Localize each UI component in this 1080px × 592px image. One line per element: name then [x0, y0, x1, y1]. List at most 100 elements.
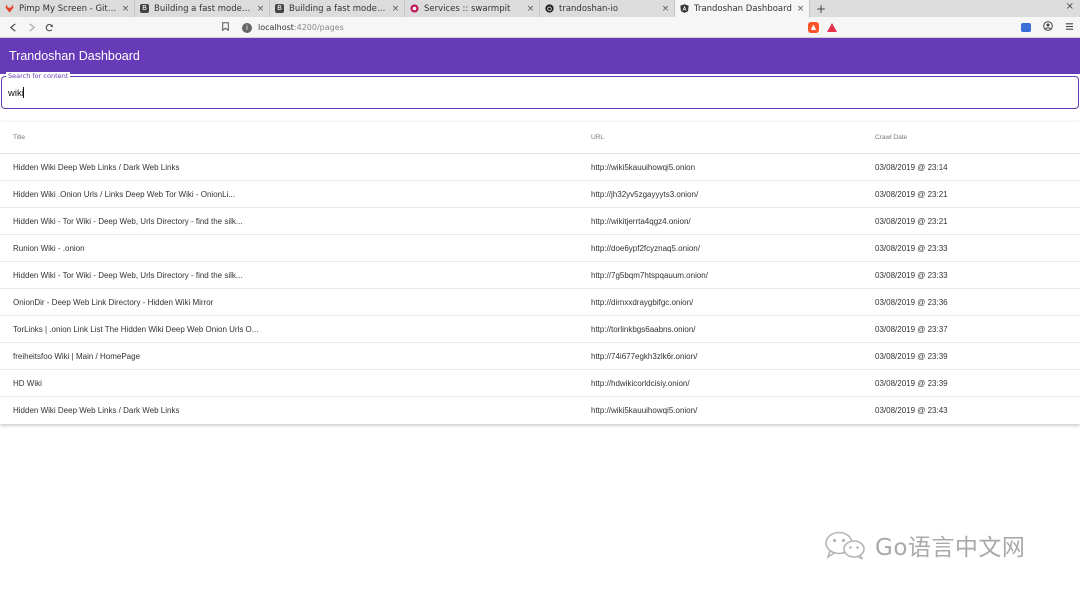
cell-title: OnionDir - Deep Web Link Directory - Hid… — [13, 297, 214, 307]
browser-tab-bar: Pimp My Screen - GitLab × B Building a f… — [0, 0, 1080, 17]
tab-label: Services :: swarmpit — [424, 3, 511, 14]
table-row[interactable]: Hidden Wiki - Tor Wiki - Deep Web, Urls … — [0, 208, 1080, 235]
table-row[interactable]: freiheitsfoo Wiki | Main / HomePage http… — [0, 343, 1080, 370]
table-row[interactable]: Hidden Wiki Deep Web Links / Dark Web Li… — [0, 154, 1080, 181]
table-row[interactable]: Hidden Wiki Deep Web Links / Dark Web Li… — [0, 397, 1080, 424]
cell-url[interactable]: http://hdwikicorldcisiy.onion/ — [591, 379, 690, 388]
app-header: Trandoshan Dashboard — [0, 38, 1080, 74]
cell-title: Hidden Wiki - Tor Wiki - Deep Web, Urls … — [13, 216, 243, 226]
tab-label: Trandoshan Dashboard — [694, 3, 792, 14]
table-row[interactable]: HD Wiki http://hdwikicorldcisiy.onion/ 0… — [0, 370, 1080, 397]
cell-url[interactable]: http://wiki5kauuihowqi5.onion — [591, 163, 695, 172]
tab-label: Pimp My Screen - GitLab — [19, 3, 118, 14]
reload-button[interactable] — [40, 18, 58, 36]
account-icon[interactable] — [1043, 21, 1053, 34]
tab-close-icon[interactable]: × — [661, 4, 670, 14]
new-tab-button[interactable]: + — [810, 0, 832, 17]
table-row[interactable]: Hidden Wiki .Onion Urls / Links Deep Web… — [0, 181, 1080, 208]
reload-icon — [45, 23, 53, 31]
cell-url[interactable]: http://doe6ypf2fcyznaq5.onion/ — [591, 244, 700, 253]
cell-url[interactable]: http://jh32yv5zgayyyts3.onion/ — [591, 190, 698, 199]
wechat-logo-icon — [823, 530, 869, 560]
tab-close-icon[interactable]: × — [121, 4, 130, 14]
tab-close-icon[interactable]: × — [526, 4, 535, 14]
browser-toolbar: i localhost:4200/pages ▲ — [0, 17, 1080, 38]
cell-crawl-date: 03/08/2019 @ 23:39 — [875, 351, 948, 361]
cell-crawl-date: 03/08/2019 @ 23:36 — [875, 297, 948, 307]
cell-title: Hidden Wiki Deep Web Links / Dark Web Li… — [13, 162, 180, 172]
search-label: Search for content — [6, 72, 71, 80]
cell-title: Runion Wiki - .onion — [13, 243, 85, 253]
tab-close-icon[interactable]: × — [256, 4, 265, 14]
window-close-icon[interactable]: × — [1066, 1, 1074, 12]
page-icon: B — [140, 4, 149, 13]
cell-crawl-date: 03/08/2019 @ 23:21 — [875, 189, 948, 199]
cell-crawl-date: 03/08/2019 @ 23:33 — [875, 243, 948, 253]
url-host: localhost — [258, 23, 294, 32]
arrow-left-icon — [9, 22, 16, 32]
watermark-text: Go语言中文网 — [875, 535, 1026, 561]
cell-title: Hidden Wiki .Onion Urls / Links Deep Web… — [13, 189, 236, 199]
cell-url[interactable]: http://dirnxxdraygbifgc.onion/ — [591, 298, 693, 307]
table-row[interactable]: TorLinks | .onion Link List The Hidden W… — [0, 316, 1080, 343]
page-icon: B — [275, 4, 284, 13]
tab-close-icon[interactable]: × — [796, 4, 805, 14]
table-row[interactable]: OnionDir - Deep Web Link Directory - Hid… — [0, 289, 1080, 316]
tab-swarmpit[interactable]: Services :: swarmpit × — [405, 0, 540, 17]
tab-building-web-2[interactable]: B Building a fast modern web × — [270, 0, 405, 17]
cell-title: HD Wiki — [13, 378, 42, 388]
cell-url[interactable]: http://74i677egkh3zlk6r.onion/ — [591, 352, 697, 361]
cell-crawl-date: 03/08/2019 @ 23:39 — [875, 378, 948, 388]
arrow-right-icon — [28, 22, 35, 32]
column-header-url[interactable]: URL — [591, 134, 604, 141]
table-row[interactable]: Runion Wiki - .onion http://doe6ypf2fcyz… — [0, 235, 1080, 262]
column-header-title[interactable]: Title — [13, 134, 25, 141]
info-icon[interactable]: i — [242, 22, 252, 33]
tab-close-icon[interactable]: × — [391, 4, 400, 14]
bookmark-icon[interactable] — [218, 21, 232, 34]
cell-crawl-date: 03/08/2019 @ 23:21 — [875, 216, 948, 226]
watermark: Go语言中文网 — [823, 528, 1025, 562]
cell-title: TorLinks | .onion Link List The Hidden W… — [13, 324, 259, 334]
tab-gitlab[interactable]: Pimp My Screen - GitLab × — [0, 0, 135, 17]
search-field[interactable]: Search for content — [1, 72, 1079, 109]
search-input[interactable] — [8, 86, 1068, 100]
cell-url[interactable]: http://wikitjerrta4qgz4.onion/ — [591, 217, 691, 226]
cell-title: Hidden Wiki Deep Web Links / Dark Web Li… — [13, 406, 180, 415]
tab-label: trandoshan-io — [559, 3, 619, 14]
github-icon — [545, 4, 554, 13]
results-table: Title URL Crawl Date Hidden Wiki Deep We… — [0, 122, 1080, 424]
cell-crawl-date: 03/08/2019 @ 23:14 — [875, 162, 948, 172]
table-header-row: Title URL Crawl Date — [0, 122, 1080, 154]
column-header-crawl-date[interactable]: Crawl Date — [875, 134, 907, 141]
cell-url[interactable]: http://7g5bqm7htspqauum.onion/ — [591, 271, 708, 280]
table-row[interactable]: Hidden Wiki - Tor Wiki - Deep Web, Urls … — [0, 262, 1080, 289]
brave-shield-icon[interactable]: ▲ — [808, 22, 819, 33]
forward-button[interactable] — [22, 18, 40, 36]
angular-icon — [680, 4, 689, 13]
address-bar[interactable]: i localhost:4200/pages — [218, 19, 808, 36]
tab-label: Building a fast modern web — [154, 3, 253, 14]
cell-url[interactable]: http://wiki5kauuihowqi5.onion/ — [591, 406, 697, 415]
menu-icon[interactable] — [1065, 22, 1074, 34]
tab-trandoshan-dashboard[interactable]: Trandoshan Dashboard × — [675, 0, 810, 17]
back-button[interactable] — [4, 18, 22, 36]
tab-label: Building a fast modern web — [289, 3, 388, 14]
tab-building-web-1[interactable]: B Building a fast modern web × — [135, 0, 270, 17]
swarmpit-icon — [410, 4, 419, 13]
tab-github[interactable]: trandoshan-io × — [540, 0, 675, 17]
cell-crawl-date: 03/08/2019 @ 23:43 — [875, 406, 948, 415]
cell-url[interactable]: http://torlinkbgs6aabns.onion/ — [591, 325, 696, 334]
app-title: Trandoshan Dashboard — [9, 49, 140, 63]
extension-icon[interactable] — [1021, 23, 1031, 32]
cell-title: freiheitsfoo Wiki | Main / HomePage — [13, 351, 141, 361]
cell-crawl-date: 03/08/2019 @ 23:33 — [875, 270, 948, 280]
shield-area: ▲ — [808, 19, 837, 36]
cell-crawl-date: 03/08/2019 @ 23:37 — [875, 324, 948, 334]
gitlab-icon — [5, 4, 14, 13]
toolbar-right — [1021, 19, 1074, 36]
url-path: :4200/pages — [293, 23, 344, 32]
text-caret — [23, 87, 24, 98]
cell-title: Hidden Wiki - Tor Wiki - Deep Web, Urls … — [13, 270, 243, 280]
brave-rewards-icon[interactable] — [827, 23, 837, 32]
